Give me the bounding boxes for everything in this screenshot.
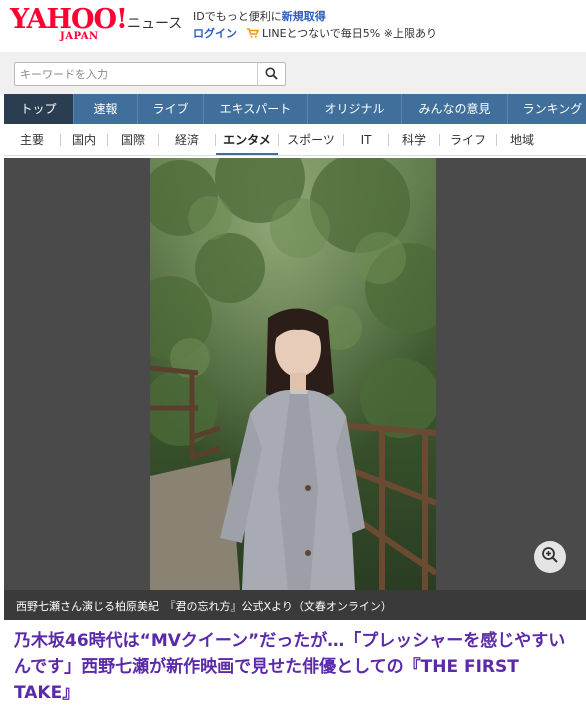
logo-wordmark: YAHOO! (10, 4, 128, 35)
service-name[interactable]: ニュース (127, 13, 182, 33)
main-nav-item-expert[interactable]: エキスパート (204, 94, 308, 124)
tab-economy[interactable]: 経済 (159, 124, 215, 155)
main-nav-item-top[interactable]: トップ (4, 94, 74, 124)
tab-sports[interactable]: スポーツ (279, 124, 343, 155)
main-nav: トップ 速報 ライブ エキスパート オリジナル みんなの意見 ランキング (4, 94, 586, 124)
zoom-button[interactable] (534, 541, 566, 573)
tab-entertainment[interactable]: エンタメ (216, 124, 278, 155)
tab-science[interactable]: 科学 (389, 124, 439, 155)
tab-local[interactable]: 地域 (497, 124, 547, 155)
site-header: YAHOO! JAPAN ニュース IDでもっと便利に新規取得 ログイン LIN… (0, 0, 586, 50)
cart-icon (246, 26, 259, 38)
search-button[interactable] (257, 63, 285, 85)
login-link[interactable]: ログイン (193, 27, 237, 40)
account-promo: IDでもっと便利に新規取得 ログイン LINEとつないで毎日5% ※上限あり (193, 8, 437, 42)
article-headline[interactable]: 乃木坂46時代は“MVクイーン”だったが…「プレッシャーを感じやすいんです」西野… (14, 628, 574, 706)
photo-caption: 西野七瀬さん演じる柏原美紀 『君の忘れ方』公式Xより（文春オンライン） (16, 600, 392, 613)
photo-illustration (150, 158, 436, 590)
yahoo-japan-logo[interactable]: YAHOO! JAPAN (10, 4, 128, 44)
tab-it[interactable]: IT (344, 124, 388, 155)
main-nav-item-opinions[interactable]: みんなの意見 (402, 94, 508, 124)
tab-life[interactable]: ライフ (440, 124, 496, 155)
zoom-in-icon (541, 546, 559, 568)
search-bar (0, 52, 586, 94)
search-icon (265, 65, 278, 84)
article-photo[interactable] (150, 158, 436, 590)
tab-domestic[interactable]: 国内 (61, 124, 107, 155)
main-nav-item-original[interactable]: オリジナル (308, 94, 402, 124)
search-input[interactable] (15, 63, 255, 85)
caption-bar: 西野七瀬さん演じる柏原美紀 『君の忘れ方』公式Xより（文春オンライン） (4, 590, 586, 620)
search-box (14, 62, 286, 86)
main-nav-item-live[interactable]: ライブ (138, 94, 204, 124)
promo-text: IDでもっと便利に (193, 10, 282, 23)
category-nav: 主要 国内 国際 経済 エンタメ スポーツ IT 科学 ライフ 地域 (4, 124, 586, 156)
signup-link[interactable]: 新規取得 (282, 10, 326, 23)
logo-japan-text: JAPAN (60, 31, 99, 42)
main-nav-item-ranking[interactable]: ランキング (508, 94, 586, 124)
promo-line-2: ログイン LINEとつないで毎日5% ※上限あり (193, 25, 437, 42)
main-nav-item-breaking[interactable]: 速報 (74, 94, 138, 124)
line-promo-link[interactable]: LINEとつないで毎日5% ※上限あり (262, 27, 437, 40)
tab-international[interactable]: 国際 (108, 124, 158, 155)
photo-viewer: 西野七瀬さん演じる柏原美紀 『君の忘れ方』公式Xより（文春オンライン） (4, 158, 586, 620)
promo-line-1: IDでもっと便利に新規取得 (193, 8, 437, 25)
tab-major[interactable]: 主要 (4, 124, 60, 155)
